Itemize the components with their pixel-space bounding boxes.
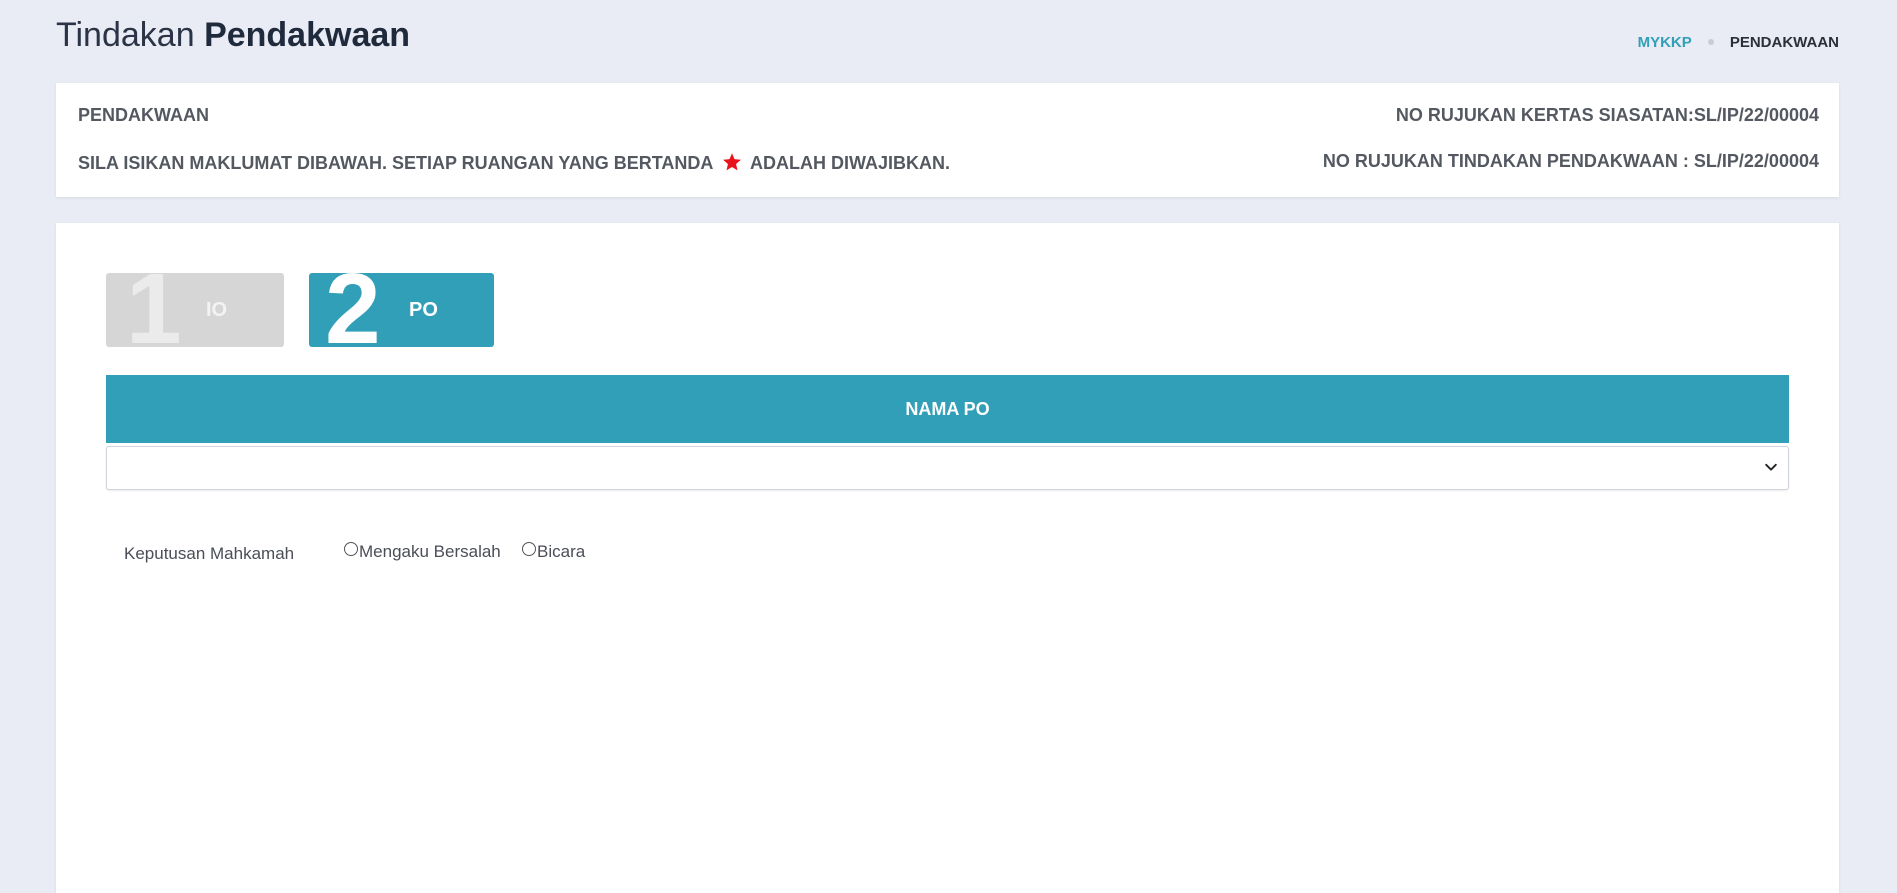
radio-circle-icon[interactable] — [344, 542, 358, 556]
breadcrumb-link-mykkp[interactable]: MYKKP — [1638, 34, 1692, 51]
page-title-light: Tindakan — [56, 16, 195, 54]
breadcrumb-separator-dot-icon — [1707, 39, 1714, 46]
radio-circle-icon[interactable] — [522, 542, 536, 556]
nama-po-header: NAMA PO — [106, 375, 1789, 443]
breadcrumb-current: PENDAKWAAN — [1729, 34, 1839, 51]
required-instruction: SILA ISIKAN MAKLUMAT DIBAWAH. SETIAP RUA… — [78, 152, 950, 174]
main-form-card: 1 IO 2 PO NAMA PO Keputusan Mahkamah Men… — [56, 223, 1839, 893]
step-label: PO — [409, 299, 438, 321]
instruction-prefix: SILA ISIKAN MAKLUMAT DIBAWAH. SETIAP RUA… — [78, 153, 713, 173]
step-io[interactable]: 1 IO — [106, 273, 284, 347]
page-title-bold: Pendakwaan — [204, 16, 411, 54]
breadcrumb: MYKKP PENDAKWAAN — [1638, 34, 1839, 51]
keputusan-mahkamah-label: Keputusan Mahkamah — [124, 544, 295, 563]
step-po[interactable]: 2 PO — [309, 273, 494, 347]
page-title: Tindakan Pendakwaan — [56, 16, 410, 55]
radio-option-label: Mengaku Bersalah — [359, 542, 501, 561]
step-number: 1 — [126, 273, 182, 347]
ref-kertas-siasatan: NO RUJUKAN KERTAS SIASATAN:SL/IP/22/0000… — [1395, 105, 1819, 125]
section-heading: PENDAKWAAN — [78, 105, 210, 125]
instruction-suffix: ADALAH DIWAJIBKAN. — [750, 153, 951, 173]
required-star-icon — [722, 153, 741, 171]
info-card: PENDAKWAAN SILA ISIKAN MAKLUMAT DIBAWAH.… — [56, 83, 1839, 197]
ref-tindakan-pendakwaan: NO RUJUKAN TINDAKAN PENDAKWAAN : SL/IP/2… — [1322, 151, 1819, 171]
page-header: Tindakan Pendakwaan MYKKP PENDAKWAAN — [56, 14, 1839, 64]
radio-mengaku-bersalah[interactable]: Mengaku Bersalah — [344, 542, 501, 562]
step-number: 2 — [325, 273, 381, 347]
nama-po-select[interactable] — [106, 446, 1789, 490]
chevron-down-icon — [1765, 463, 1777, 471]
radio-option-label: Bicara — [537, 542, 586, 561]
radio-bicara[interactable]: Bicara — [522, 542, 585, 562]
step-label: IO — [206, 299, 228, 321]
